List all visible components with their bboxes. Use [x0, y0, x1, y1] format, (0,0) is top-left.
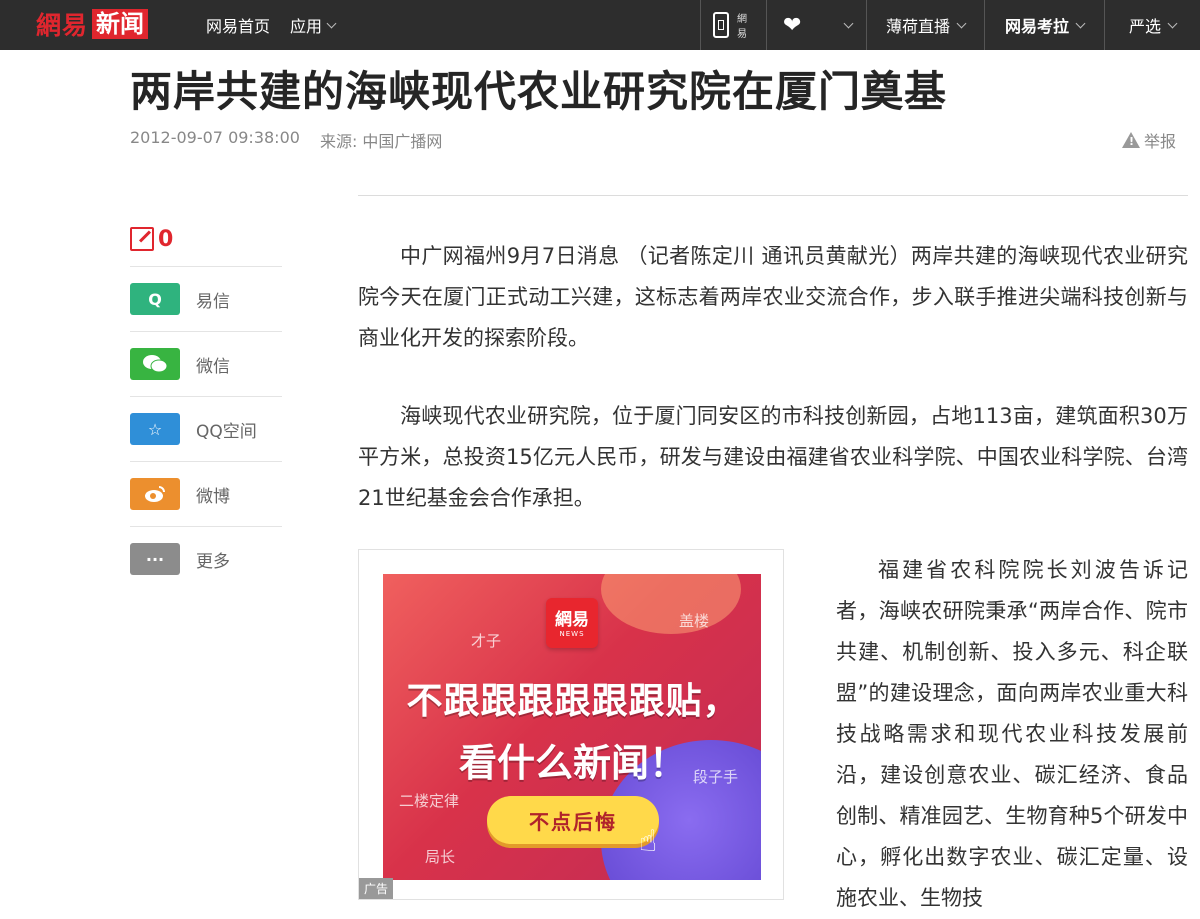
- chevron-down-icon: [1075, 18, 1086, 28]
- top-navigation-bar: 網易 新闻 网易首页 应用 網易 ❤ 薄荷直播 网易考拉 严选: [0, 0, 1200, 50]
- ad-logo-subtext: NEWS: [559, 630, 585, 638]
- mobile-app-label: 網易: [736, 14, 747, 40]
- logo-brand-text: 網易: [36, 11, 89, 40]
- share-wechat[interactable]: 微信: [130, 332, 282, 397]
- kaola-dropdown[interactable]: 网易考拉: [984, 0, 1104, 50]
- nav-netease-home[interactable]: 网易首页: [206, 13, 270, 37]
- yanxuan-dropdown[interactable]: 严选: [1104, 0, 1200, 50]
- pointer-hand-icon: ☝: [639, 824, 658, 859]
- share-sidebar: 0 Q 易信 微信 ☆ QQ空间 微博 ··· 更多: [130, 212, 282, 591]
- nav-apps-label: 应用: [290, 17, 323, 36]
- netease-news-logo[interactable]: 網易 新闻: [36, 8, 149, 40]
- yixin-icon: Q: [130, 283, 180, 315]
- share-more-label: 更多: [196, 551, 230, 572]
- top-nav-links: 网易首页 应用: [206, 0, 337, 50]
- warning-icon: !: [1121, 132, 1140, 148]
- chevron-down-icon: [843, 18, 854, 28]
- mobile-app-button[interactable]: 網易: [700, 0, 766, 50]
- logo-news-text: 新闻: [92, 9, 149, 39]
- publish-date: 2012-09-07 09:38:00: [130, 128, 300, 147]
- share-qzone[interactable]: ☆ QQ空间: [130, 397, 282, 462]
- advertisement[interactable]: 網易 NEWS 才子 盖楼 段子手 二楼定律 局长 不跟跟跟跟跟跟贴， 看什么新…: [358, 549, 784, 900]
- ad-tag: 二楼定律: [399, 792, 460, 810]
- chevron-down-icon: [1167, 18, 1178, 28]
- article-title: 两岸共建的海峡现代农业研究院在厦门奠基: [130, 67, 948, 116]
- share-yixin-label: 易信: [196, 291, 230, 312]
- ad-cta-button[interactable]: 不点后悔: [487, 796, 659, 844]
- live-label: 薄荷直播: [885, 17, 950, 36]
- report-label: 举报: [1143, 132, 1176, 151]
- live-dropdown[interactable]: 薄荷直播: [866, 0, 984, 50]
- ad-banner-image[interactable]: 網易 NEWS 才子 盖楼 段子手 二楼定律 局长 不跟跟跟跟跟跟贴， 看什么新…: [383, 574, 761, 880]
- heart-icon: ❤: [783, 12, 802, 38]
- comment-count: 0: [158, 226, 174, 252]
- ad-decoration: [601, 574, 741, 634]
- nav-apps-dropdown[interactable]: 应用: [290, 13, 337, 37]
- header-divider: [358, 195, 1188, 196]
- top-right-nav: 網易 ❤ 薄荷直播 网易考拉 严选: [700, 0, 1200, 50]
- phone-icon: [713, 12, 729, 38]
- ad-label: 广告: [359, 878, 394, 899]
- nav-netease-home-label: 网易首页: [206, 17, 271, 36]
- wechat-icon: [130, 348, 180, 380]
- article-paragraph: 福建省农科院院长刘波告诉记者，海峡农研院秉承“两岸合作、院市共建、机制创新、投入…: [836, 558, 1188, 910]
- ad-tag: 盖楼: [679, 612, 710, 630]
- article-paragraph: 海峡现代农业研究院，位于厦门同安区的市科技创新园，占地113亩，建筑面积30万平…: [358, 404, 1188, 510]
- more-icon: ···: [130, 543, 180, 575]
- article-meta: 2012-09-07 09:38:00 来源: 中国广播网: [130, 128, 442, 152]
- comment-button[interactable]: 0: [130, 212, 282, 267]
- yanxuan-label: 严选: [1128, 17, 1161, 36]
- article-source[interactable]: 来源: 中国广播网: [320, 128, 442, 152]
- chevron-down-icon: [326, 18, 337, 28]
- ad-tag: 才子: [471, 632, 502, 650]
- favorites-dropdown[interactable]: ❤: [766, 0, 866, 50]
- weibo-icon: [130, 478, 180, 510]
- ad-netease-logo: 網易 NEWS: [546, 598, 598, 648]
- share-weibo-label: 微博: [196, 486, 230, 507]
- ad-headline: 不跟跟跟跟跟跟贴，: [406, 681, 740, 722]
- share-weibo[interactable]: 微博: [130, 462, 282, 527]
- ad-tag: 局长: [425, 848, 456, 866]
- share-qzone-label: QQ空间: [196, 421, 257, 442]
- article-paragraph: 中广网福州9月7日消息 （记者陈定川 通讯员黄献光）两岸共建的海峡现代农业研究院…: [358, 244, 1188, 350]
- share-more[interactable]: ··· 更多: [130, 527, 282, 591]
- share-wechat-label: 微信: [196, 356, 230, 377]
- chevron-down-icon: [956, 18, 967, 28]
- kaola-label: 网易考拉: [1004, 17, 1069, 36]
- edit-comment-icon: [130, 227, 154, 251]
- ad-subheadline: 看什么新闻！: [458, 741, 687, 785]
- qzone-icon: ☆: [130, 413, 180, 445]
- share-yixin[interactable]: Q 易信: [130, 267, 282, 332]
- ad-logo-text: 網易: [555, 610, 589, 630]
- report-button[interactable]: ! 举报: [1121, 128, 1176, 152]
